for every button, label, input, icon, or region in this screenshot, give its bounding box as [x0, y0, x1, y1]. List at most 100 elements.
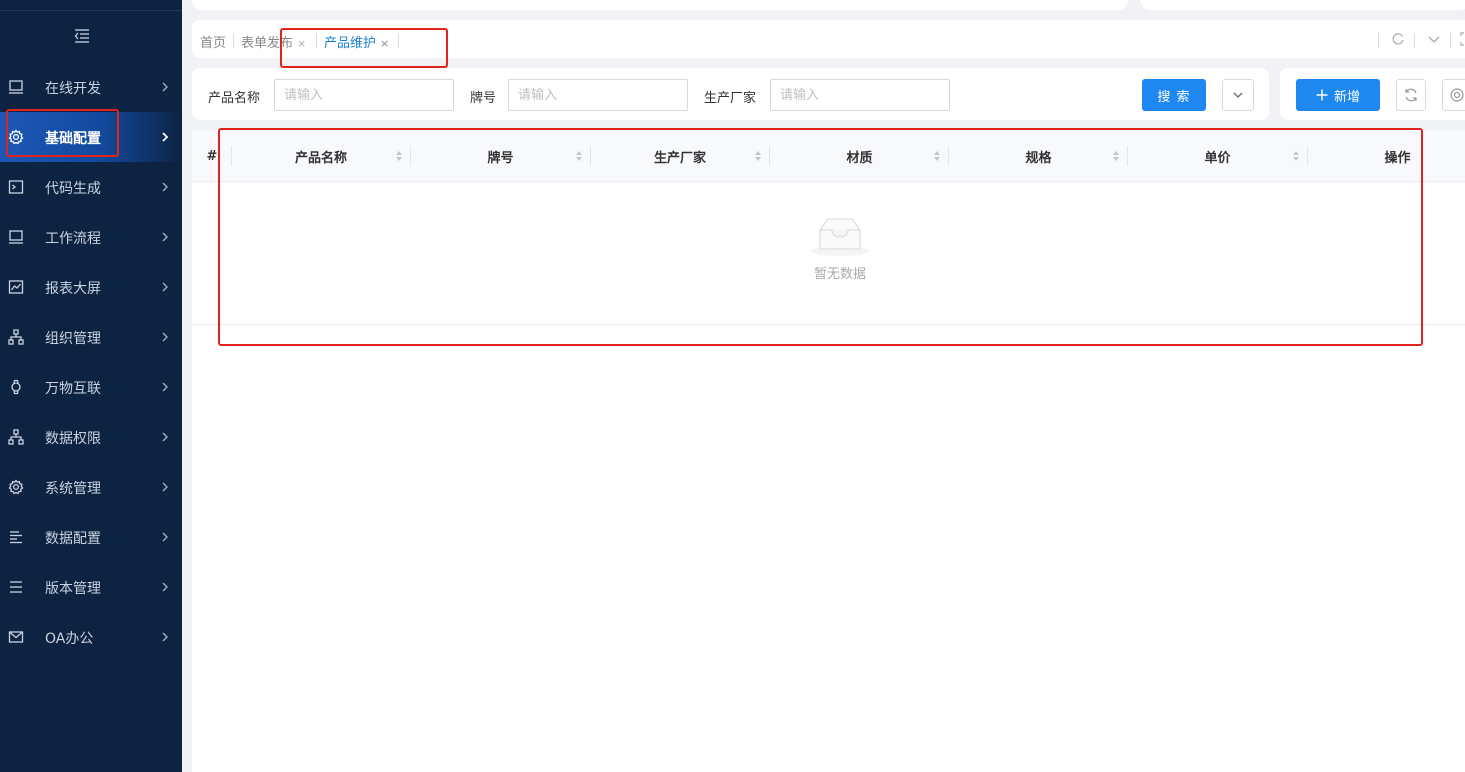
sort-icon[interactable] — [1292, 150, 1300, 162]
column-header-manufacturer[interactable]: 生产厂家 — [591, 130, 769, 182]
fullscreen-icon[interactable] — [1460, 32, 1465, 46]
sidebar-item-code-gen[interactable]: 代码生成 — [0, 162, 182, 212]
chevron-down-icon — [1232, 89, 1244, 101]
sidebar-item-data-permission[interactable]: 数据权限 — [0, 412, 182, 462]
close-icon[interactable]: × — [297, 37, 306, 50]
empty-state-text: 暂无数据 — [813, 267, 866, 282]
search-button[interactable]: 搜 索 — [1142, 79, 1206, 111]
sidebar-item-online-dev[interactable]: 在线开发 — [0, 62, 182, 112]
sidebar-item-label: 数据配置 — [45, 531, 101, 547]
chevron-right-icon — [160, 631, 170, 643]
sidebar-item-data-config[interactable]: 数据配置 — [0, 512, 182, 562]
sort-icon[interactable] — [575, 150, 583, 162]
sidebar-item-label: 工作流程 — [45, 231, 101, 247]
menu-fold-icon[interactable] — [72, 26, 92, 46]
tab-divider — [1450, 33, 1451, 48]
refresh-icon — [1403, 87, 1419, 103]
chevron-right-icon — [160, 81, 170, 93]
sidebar-item-label: 版本管理 — [45, 581, 101, 597]
sidebar-item-workflow[interactable]: 工作流程 — [0, 212, 182, 262]
add-button-label: 新增 — [1333, 89, 1360, 105]
sidebar-item-report-screen[interactable]: 报表大屏 — [0, 262, 182, 312]
chevron-down-icon[interactable] — [1427, 32, 1441, 46]
chevron-right-icon — [160, 581, 170, 593]
align-left-icon — [8, 529, 24, 545]
data-table: # 产品名称 牌号 生产厂家 材质 规格 单价 操作 暂无数据 — [192, 130, 1465, 772]
sidebar-item-basic-config[interactable]: 基础配置 — [0, 112, 182, 162]
chevron-right-icon — [160, 531, 170, 543]
sidebar-item-label: OA办公 — [45, 631, 94, 647]
sidebar-divider — [0, 10, 182, 11]
sidebar-item-version-management[interactable]: 版本管理 — [0, 562, 182, 612]
sidebar-item-oa-office[interactable]: OA办公 — [0, 612, 182, 662]
sort-icon[interactable] — [933, 150, 941, 162]
expand-search-button[interactable] — [1222, 79, 1254, 111]
column-header-spec[interactable]: 规格 — [949, 130, 1128, 182]
column-header-grade[interactable]: 牌号 — [411, 130, 590, 182]
tabs-bar: 首页 表单发布 × 产品维护 × — [192, 20, 1465, 58]
column-header-actions: 操作 — [1384, 150, 1411, 166]
settings-button[interactable] — [1442, 79, 1465, 111]
gear-icon — [8, 129, 24, 145]
grade-input[interactable] — [508, 79, 688, 111]
add-button[interactable]: 新增 — [1296, 79, 1380, 111]
refresh-tab-icon[interactable] — [1391, 32, 1405, 46]
chevron-right-icon — [160, 381, 170, 393]
monitor-icon — [8, 79, 24, 95]
header-bar — [192, 0, 1128, 10]
product-name-input[interactable] — [274, 79, 454, 111]
sort-icon[interactable] — [754, 150, 762, 162]
list-icon — [8, 579, 24, 595]
refresh-button[interactable] — [1396, 79, 1426, 111]
column-header-material[interactable]: 材质 — [770, 130, 949, 182]
empty-state: 暂无数据 — [792, 215, 888, 282]
gear-icon — [8, 479, 24, 495]
tab-divider — [316, 33, 317, 48]
header-bar-right — [1140, 0, 1465, 10]
chevron-right-icon — [160, 281, 170, 293]
sidebar-menu: 在线开发 基础配置 代码生成 工作流程 报表大屏 组织管理 万物互联 数据权限 … — [0, 62, 182, 662]
sidebar-item-system-management[interactable]: 系统管理 — [0, 462, 182, 512]
watch-icon — [8, 379, 24, 395]
chevron-right-icon — [160, 331, 170, 343]
sidebar-item-label: 组织管理 — [45, 331, 101, 347]
org-tree-icon — [8, 429, 24, 445]
tab-label: 产品维护 — [324, 36, 377, 51]
tab-form-publish[interactable]: 表单发布 × — [241, 32, 306, 51]
chevron-right-icon — [160, 431, 170, 443]
sidebar-item-org-management[interactable]: 组织管理 — [0, 312, 182, 362]
manufacturer-label: 生产厂家 — [704, 91, 757, 106]
chevron-right-icon — [160, 181, 170, 193]
tab-product-maintenance[interactable]: 产品维护 × — [324, 32, 389, 51]
sort-icon[interactable] — [395, 150, 403, 162]
chevron-right-icon — [160, 131, 170, 143]
inbox-icon — [808, 215, 872, 257]
grade-label: 牌号 — [470, 91, 497, 106]
sidebar-item-label: 系统管理 — [45, 481, 101, 497]
table-header: # 产品名称 牌号 生产厂家 材质 规格 单价 操作 — [192, 130, 1465, 182]
line-chart-icon — [8, 279, 24, 295]
plus-icon — [1316, 89, 1328, 101]
tab-divider — [1378, 33, 1379, 48]
column-header-unit-price[interactable]: 单价 — [1128, 130, 1307, 182]
tab-divider — [398, 33, 399, 48]
sidebar: 在线开发 基础配置 代码生成 工作流程 报表大屏 组织管理 万物互联 数据权限 … — [0, 0, 182, 772]
sidebar-item-label: 报表大屏 — [45, 281, 101, 297]
close-icon[interactable]: × — [380, 37, 389, 50]
sort-icon[interactable] — [1112, 150, 1120, 162]
chevron-right-icon — [160, 481, 170, 493]
column-header-index: # — [206, 148, 218, 164]
search-form: 产品名称 牌号 生产厂家 搜 索 — [192, 68, 1269, 120]
tab-home[interactable]: 首页 — [200, 32, 226, 51]
sidebar-item-label: 数据权限 — [45, 431, 101, 447]
sidebar-item-iot[interactable]: 万物互联 — [0, 362, 182, 412]
org-tree-icon — [8, 329, 24, 345]
manufacturer-input[interactable] — [770, 79, 950, 111]
column-header-product-name[interactable]: 产品名称 — [232, 130, 410, 182]
tab-divider — [233, 33, 234, 48]
sidebar-item-label: 万物互联 — [45, 381, 101, 397]
tab-label: 首页 — [200, 36, 227, 51]
sidebar-item-label: 在线开发 — [45, 81, 101, 97]
monitor-icon — [8, 229, 24, 245]
sidebar-item-label: 代码生成 — [45, 181, 101, 197]
